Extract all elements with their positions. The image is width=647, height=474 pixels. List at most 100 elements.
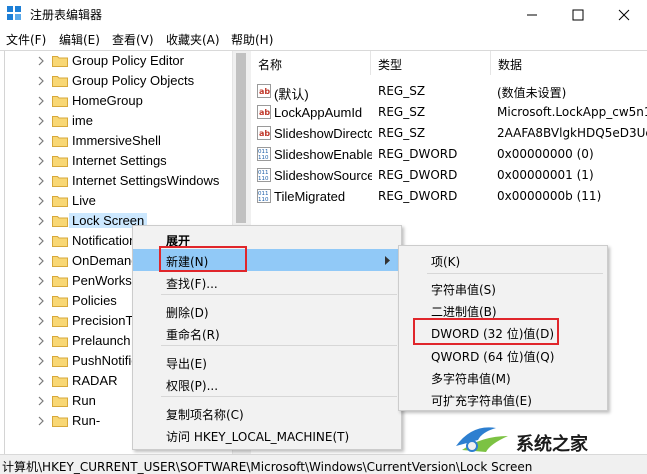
tree-item[interactable]: Live xyxy=(0,191,232,211)
chevron-right-icon[interactable] xyxy=(36,375,46,387)
tree-item[interactable]: Group Policy Editor xyxy=(0,51,232,71)
ctx-rename[interactable]: 重命名(R) xyxy=(133,322,401,344)
value-type: REG_SZ xyxy=(378,126,426,140)
menu-edit[interactable]: 编辑(E) xyxy=(59,31,100,48)
tree-scrollbar-thumb[interactable] xyxy=(236,53,246,223)
tree-item-label: Run- xyxy=(72,413,101,428)
chevron-right-icon[interactable] xyxy=(36,135,46,147)
column-header-name[interactable]: 名称 xyxy=(251,51,371,75)
new-qword-value[interactable]: QWORD (64 位)值(Q) xyxy=(399,344,607,366)
value-row[interactable]: ab SlideshowDirectoryPath1 REG_SZ 2AAFA8BVl… xyxy=(251,123,647,143)
folder-icon xyxy=(52,214,68,227)
folder-icon xyxy=(52,134,68,147)
folder-icon xyxy=(52,394,68,407)
tree-item-label: Group Policy Editor xyxy=(72,53,184,68)
chevron-right-icon[interactable] xyxy=(36,215,46,227)
new-key[interactable]: 项(K) xyxy=(399,249,607,271)
tree-item-label: Policies xyxy=(72,293,117,308)
menu-view[interactable]: 查看(V) xyxy=(112,31,154,48)
regedit-app-icon xyxy=(7,6,23,22)
ctx-item-label: 权限(P)... xyxy=(166,379,219,393)
watermark: 系统之家 xyxy=(452,418,647,458)
svg-text:ab: ab xyxy=(259,108,270,117)
tree-item[interactable]: ImmersiveShell xyxy=(0,131,232,151)
svg-text:110: 110 xyxy=(258,155,269,161)
tree-item[interactable]: Internet Settings xyxy=(0,151,232,171)
folder-icon xyxy=(52,374,68,387)
maximize-icon xyxy=(572,9,584,21)
value-type: REG_DWORD xyxy=(378,147,458,161)
close-button[interactable] xyxy=(601,0,647,28)
svg-text:ab: ab xyxy=(259,129,270,138)
folder-icon xyxy=(52,254,68,267)
ctx-goto-hklm[interactable]: 访问 HKEY_LOCAL_MACHINE(T) xyxy=(133,424,401,446)
ctx-permissions[interactable]: 权限(P)... xyxy=(133,373,401,395)
new-multi-string-value[interactable]: 多字符串值(M) xyxy=(399,366,607,388)
tree-item-label: Internet Settings xyxy=(72,153,167,168)
ctx-item-label: 导出(E) xyxy=(166,357,207,371)
chevron-right-icon[interactable] xyxy=(36,255,46,267)
ctx-copy-key-name[interactable]: 复制项名称(C) xyxy=(133,402,401,424)
value-name: SlideshowDirectoryPath1 xyxy=(274,126,372,141)
chevron-right-icon[interactable] xyxy=(36,335,46,347)
value-row[interactable]: 011110SlideshowSourceDirectoriesSet REG_D… xyxy=(251,165,647,185)
tree-item-label: Run xyxy=(72,393,96,408)
window-title: 注册表编辑器 xyxy=(30,8,103,22)
column-header-data[interactable]: 数据 xyxy=(491,51,647,75)
chevron-right-icon[interactable] xyxy=(36,175,46,187)
new-string-value[interactable]: 字符串值(S) xyxy=(399,277,607,299)
chevron-right-icon[interactable] xyxy=(36,115,46,127)
menu-help[interactable]: 帮助(H) xyxy=(231,31,273,48)
dword-value-icon: 011 110 xyxy=(257,168,271,182)
minimize-button[interactable] xyxy=(509,0,555,28)
tree-item-label: ime xyxy=(72,113,93,128)
dword-value-icon: 011 110 xyxy=(257,189,271,203)
tree-item-label: OnDemand xyxy=(72,253,139,268)
string-value-icon: ab xyxy=(257,105,271,119)
value-type: REG_DWORD xyxy=(378,189,458,203)
value-row[interactable]: 011 110 TileMigrated REG_DWORD 0x0000000b (1… xyxy=(251,186,647,206)
chevron-right-icon[interactable] xyxy=(36,75,46,87)
value-data: 0x00000000 (0) xyxy=(497,147,594,161)
tree-item[interactable]: Internet SettingsWindows xyxy=(0,171,232,191)
folder-icon xyxy=(52,74,68,87)
ctx-find[interactable]: 查找(F)... xyxy=(133,271,401,293)
ctx-delete[interactable]: 删除(D) xyxy=(133,300,401,322)
tree-item[interactable]: ime xyxy=(0,111,232,131)
tree-item-label: Prelaunch xyxy=(72,333,131,348)
value-row[interactable]: 011 110 SlideshowEnabled REG_DWORD 0x0000000… xyxy=(251,144,647,164)
tree-item[interactable]: Group Policy Objects xyxy=(0,71,232,91)
maximize-button[interactable] xyxy=(555,0,601,28)
folder-icon xyxy=(52,294,68,307)
watermark-logo-icon xyxy=(456,427,508,452)
menu-separator xyxy=(161,345,397,346)
column-header-type[interactable]: 类型 xyxy=(371,51,491,75)
submenu-item-label: 可扩充字符串值(E) xyxy=(431,394,532,408)
tree-item[interactable]: HomeGroup xyxy=(0,91,232,111)
chevron-right-icon[interactable] xyxy=(36,95,46,107)
chevron-right-icon[interactable] xyxy=(36,355,46,367)
folder-icon xyxy=(52,334,68,347)
ctx-export[interactable]: 导出(E) xyxy=(133,351,401,373)
chevron-right-icon[interactable] xyxy=(36,55,46,67)
tree-item-label: Internet SettingsWindows xyxy=(72,173,220,188)
close-icon xyxy=(618,9,630,21)
value-row[interactable]: ab (默认) REG_SZ (数值未设置) xyxy=(251,81,647,102)
value-row[interactable]: ab LockAppAumId REG_SZ Microsoft.LockApp_cw… xyxy=(251,102,647,122)
chevron-right-icon[interactable] xyxy=(36,195,46,207)
folder-icon xyxy=(52,174,68,187)
chevron-right-icon[interactable] xyxy=(36,415,46,427)
chevron-right-icon[interactable] xyxy=(36,295,46,307)
chevron-right-icon[interactable] xyxy=(36,395,46,407)
chevron-right-icon[interactable] xyxy=(36,315,46,327)
new-expandable-string-value[interactable]: 可扩充字符串值(E) xyxy=(399,388,607,410)
chevron-right-icon[interactable] xyxy=(36,155,46,167)
chevron-right-icon[interactable] xyxy=(36,235,46,247)
menu-separator xyxy=(161,396,397,397)
menu-favorites[interactable]: 收藏夹(A) xyxy=(166,31,220,48)
chevron-right-icon[interactable] xyxy=(36,275,46,287)
value-data: (数值未设置) xyxy=(497,86,567,100)
menu-file[interactable]: 文件(F) xyxy=(6,31,46,48)
tree-item-label: Group Policy Objects xyxy=(72,73,195,88)
value-name: TileMigrated xyxy=(274,189,346,204)
